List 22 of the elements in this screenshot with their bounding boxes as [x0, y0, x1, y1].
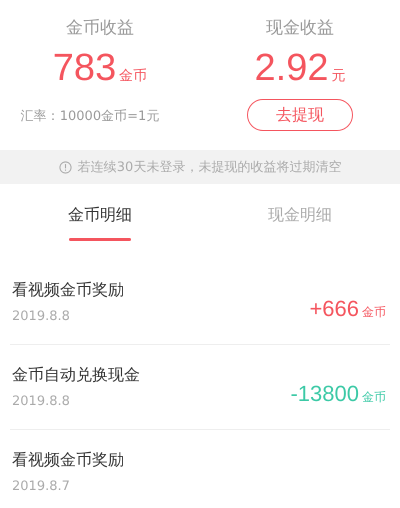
earnings-amount: 2.92 — [254, 47, 328, 90]
earnings-label: 金币收益 — [66, 17, 134, 39]
unit-label: 元 — [331, 67, 346, 85]
info-icon — [58, 160, 72, 174]
unit-label: 金币 — [119, 67, 148, 85]
record-date: 2019.8.8 — [12, 394, 71, 409]
record-title: 金币自动兑换现金 — [12, 365, 140, 386]
record-title: 看视频金币奖励 — [12, 280, 124, 301]
earnings-label: 现金收益 — [266, 17, 334, 39]
record-date: 2019.8.8 — [12, 309, 71, 324]
exchange-rate-text: 汇率：10000金币=1元 — [20, 108, 160, 125]
withdraw-button[interactable]: 去提现 — [247, 99, 353, 131]
unit-label: 金币 — [362, 304, 386, 321]
earnings-amount: 783 — [52, 47, 116, 90]
notice-text: 若连续30天未登录，未提现的收益将过期清空 — [78, 159, 342, 176]
record-amount: +666 — [309, 296, 359, 322]
tab[interactable]: 现金明细 — [200, 184, 400, 260]
tab[interactable]: 金币明细 — [0, 184, 200, 260]
record-title: 看视频金币奖励 — [12, 450, 124, 471]
record-date: 2019.8.7 — [12, 479, 71, 494]
record-amount: -13800 — [290, 381, 359, 407]
unit-label: 金币 — [362, 389, 386, 406]
